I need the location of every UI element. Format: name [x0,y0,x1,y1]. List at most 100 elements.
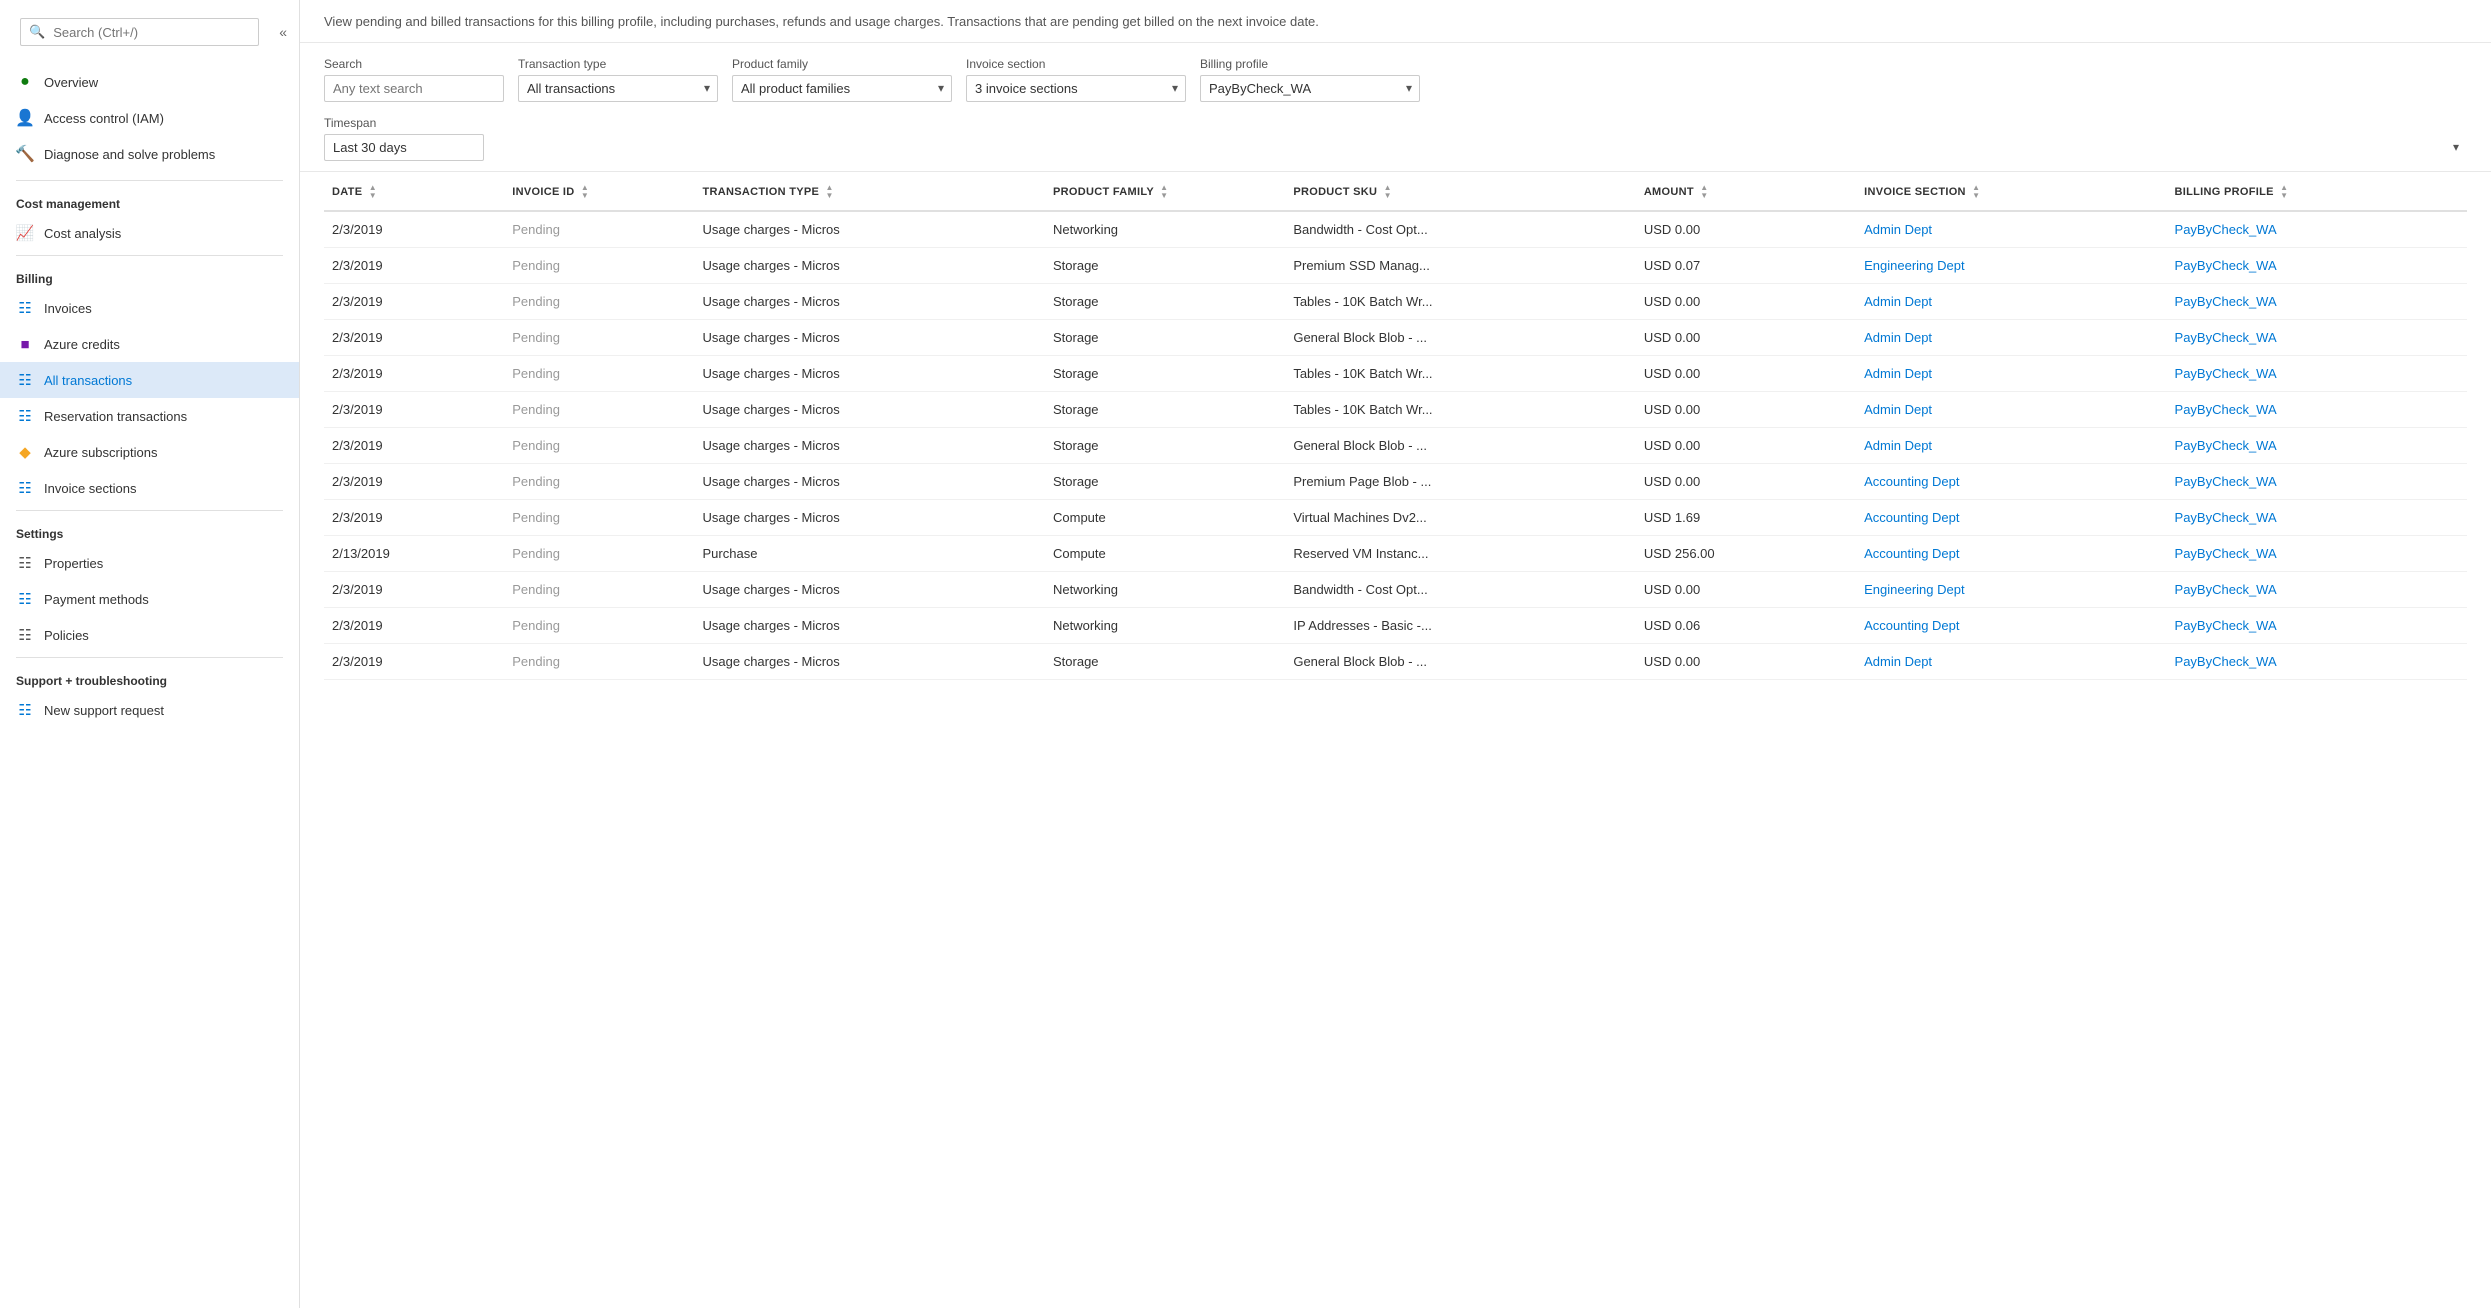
col-header-date[interactable]: DATE ▲▼ [324,172,504,211]
invoice-section-select[interactable]: 3 invoice sections Admin Dept Engineerin… [966,75,1186,102]
sidebar-item-label: Cost analysis [44,226,121,241]
transactions-icon: ☷ [16,371,34,389]
search-label: Search [324,57,504,71]
cell-invoice-section[interactable]: Admin Dept [1856,211,2166,248]
section-title-support: Support + troubleshooting [0,662,299,692]
cell-billing-profile[interactable]: PayByCheck_WA [2167,571,2467,607]
billing-profile-label: Billing profile [1200,57,1420,71]
col-header-product-sku[interactable]: PRODUCT SKU ▲▼ [1285,172,1635,211]
sort-arrows-amount: ▲▼ [1700,184,1708,200]
transactions-table-container: DATE ▲▼ INVOICE ID ▲▼ TRANSACTION TYPE ▲… [300,172,2491,1308]
cell-invoice-section[interactable]: Engineering Dept [1856,247,2166,283]
col-header-amount[interactable]: AMOUNT ▲▼ [1636,172,1856,211]
table-row: 2/3/2019 Pending Usage charges - Micros … [324,463,2467,499]
cell-invoice-section[interactable]: Accounting Dept [1856,499,2166,535]
cell-transaction-type: Usage charges - Micros [695,391,1045,427]
cell-invoice-section[interactable]: Admin Dept [1856,283,2166,319]
cell-date: 2/3/2019 [324,211,504,248]
cell-invoice-section[interactable]: Admin Dept [1856,391,2166,427]
cell-billing-profile[interactable]: PayByCheck_WA [2167,247,2467,283]
cell-invoice-section[interactable]: Admin Dept [1856,319,2166,355]
cell-amount: USD 0.00 [1636,283,1856,319]
cell-billing-profile[interactable]: PayByCheck_WA [2167,499,2467,535]
sidebar-item-invoices[interactable]: ☷ Invoices [0,290,299,326]
col-header-product-family[interactable]: PRODUCT FAMILY ▲▼ [1045,172,1285,211]
cell-billing-profile[interactable]: PayByCheck_WA [2167,319,2467,355]
cell-invoice-section[interactable]: Accounting Dept [1856,463,2166,499]
sidebar-item-label: Policies [44,628,89,643]
cell-billing-profile[interactable]: PayByCheck_WA [2167,211,2467,248]
product-family-wrapper: All product families Compute Networking … [732,75,952,102]
cell-transaction-type: Usage charges - Micros [695,283,1045,319]
cell-invoice-section[interactable]: Admin Dept [1856,427,2166,463]
cell-product-family: Compute [1045,499,1285,535]
cell-product-family: Storage [1045,391,1285,427]
sidebar-item-all-transactions[interactable]: ☷ All transactions [0,362,299,398]
sidebar-item-invoice-sections[interactable]: ☷ Invoice sections [0,470,299,506]
cell-billing-profile[interactable]: PayByCheck_WA [2167,355,2467,391]
cell-product-sku: Tables - 10K Batch Wr... [1285,283,1635,319]
cell-product-sku: Bandwidth - Cost Opt... [1285,211,1635,248]
cell-billing-profile[interactable]: PayByCheck_WA [2167,463,2467,499]
cell-billing-profile[interactable]: PayByCheck_WA [2167,283,2467,319]
transaction-type-select[interactable]: All transactions Usage charges Purchase … [518,75,718,102]
billing-profile-select[interactable]: PayByCheck_WA [1200,75,1420,102]
cell-invoice-section[interactable]: Engineering Dept [1856,571,2166,607]
sidebar-item-iam[interactable]: 👤 Access control (IAM) [0,100,299,136]
col-header-transaction-type[interactable]: TRANSACTION TYPE ▲▼ [695,172,1045,211]
cell-product-sku: General Block Blob - ... [1285,427,1635,463]
sidebar-item-new-support[interactable]: ☷ New support request [0,692,299,728]
sidebar-search-input[interactable] [53,25,250,40]
cell-billing-profile[interactable]: PayByCheck_WA [2167,535,2467,571]
timespan-label: Timespan [324,116,2467,130]
section-title-settings: Settings [0,515,299,545]
invoice-section-wrapper: 3 invoice sections Admin Dept Engineerin… [966,75,1186,102]
cell-invoice-section[interactable]: Admin Dept [1856,355,2166,391]
cell-invoice-section[interactable]: Admin Dept [1856,643,2166,679]
sidebar-item-diagnose[interactable]: 🔨 Diagnose and solve problems [0,136,299,172]
sidebar-item-label: Azure credits [44,337,120,352]
sidebar-item-overview[interactable]: ● Overview [0,64,299,100]
sidebar-item-label: New support request [44,703,164,718]
cell-amount: USD 0.00 [1636,319,1856,355]
divider-support [16,657,283,658]
col-header-invoice-section[interactable]: INVOICE SECTION ▲▼ [1856,172,2166,211]
sidebar-item-label: Overview [44,75,98,90]
sidebar-item-reservation-transactions[interactable]: ☷ Reservation transactions [0,398,299,434]
cell-product-sku: IP Addresses - Basic -... [1285,607,1635,643]
sidebar-item-azure-credits[interactable]: ■ Azure credits [0,326,299,362]
sidebar-item-azure-subscriptions[interactable]: ◆ Azure subscriptions [0,434,299,470]
col-header-billing-profile[interactable]: BILLING PROFILE ▲▼ [2167,172,2467,211]
cell-billing-profile[interactable]: PayByCheck_WA [2167,427,2467,463]
cell-product-family: Storage [1045,463,1285,499]
cell-product-sku: General Block Blob - ... [1285,319,1635,355]
cost-icon: 📈 [16,224,34,242]
sort-arrows-pfamily: ▲▼ [1160,184,1168,200]
cell-transaction-type: Usage charges - Micros [695,427,1045,463]
sidebar-item-properties[interactable]: ☷ Properties [0,545,299,581]
policies-icon: ☷ [16,626,34,644]
cell-transaction-type: Usage charges - Micros [695,247,1045,283]
cell-billing-profile[interactable]: PayByCheck_WA [2167,607,2467,643]
sidebar-item-payment-methods[interactable]: ☷ Payment methods [0,581,299,617]
sidebar-item-cost-analysis[interactable]: 📈 Cost analysis [0,215,299,251]
product-family-select[interactable]: All product families Compute Networking … [732,75,952,102]
support-icon: ☷ [16,701,34,719]
cell-invoice-section[interactable]: Accounting Dept [1856,607,2166,643]
timespan-select[interactable]: Last 30 days Last 60 days Last 90 days C… [324,134,484,161]
cell-date: 2/3/2019 [324,643,504,679]
cell-date: 2/13/2019 [324,535,504,571]
sidebar-item-policies[interactable]: ☷ Policies [0,617,299,653]
cell-invoice-id: Pending [504,319,694,355]
cell-billing-profile[interactable]: PayByCheck_WA [2167,391,2467,427]
cell-product-family: Storage [1045,283,1285,319]
product-family-filter-group: Product family All product families Comp… [732,57,952,102]
cell-billing-profile[interactable]: PayByCheck_WA [2167,643,2467,679]
table-row: 2/3/2019 Pending Usage charges - Micros … [324,499,2467,535]
invoice-section-filter-group: Invoice section 3 invoice sections Admin… [966,57,1186,102]
sidebar-collapse-button[interactable]: « [275,20,291,44]
cell-invoice-section[interactable]: Accounting Dept [1856,535,2166,571]
col-header-invoice-id[interactable]: INVOICE ID ▲▼ [504,172,694,211]
cell-amount: USD 0.06 [1636,607,1856,643]
search-input[interactable] [324,75,504,102]
